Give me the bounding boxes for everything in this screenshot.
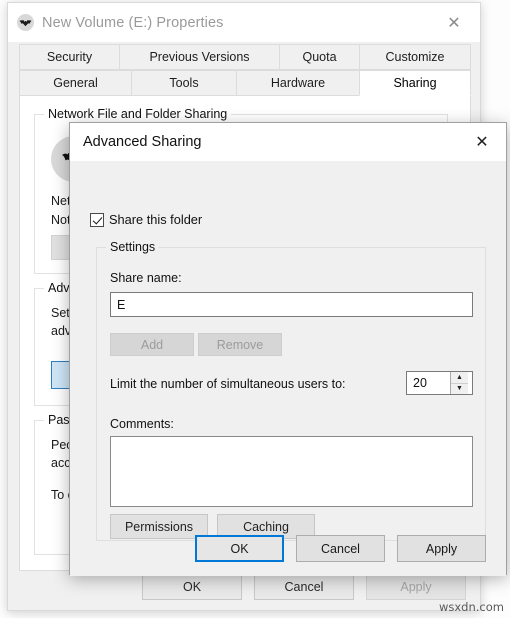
properties-title: New Volume (E:) Properties — [42, 14, 224, 31]
properties-ok-button[interactable]: OK — [142, 573, 242, 600]
comments-label: Comments: — [110, 417, 174, 431]
tab-tools[interactable]: Tools — [131, 70, 236, 96]
tab-hardware[interactable]: Hardware — [236, 70, 359, 96]
close-icon[interactable]: ✕ — [432, 3, 476, 41]
tab-strip: Security Previous Versions Quota Customi… — [19, 44, 471, 96]
advanced-sharing-title: Advanced Sharing — [83, 134, 202, 150]
network-sharing-group-title: Network File and Folder Sharing — [44, 107, 232, 121]
properties-titlebar: New Volume (E:) Properties ✕ — [8, 3, 480, 42]
tab-row-bottom: General Tools Hardware Sharing — [19, 70, 471, 96]
tab-previous-versions[interactable]: Previous Versions — [119, 44, 279, 70]
tab-quota[interactable]: Quota — [279, 44, 359, 70]
stepper-buttons[interactable]: ▲ ▼ — [450, 372, 468, 394]
checkbox-checked-icon[interactable] — [90, 212, 104, 227]
settings-group-title: Settings — [106, 240, 160, 254]
properties-apply-button: Apply — [366, 573, 466, 600]
simultaneous-users-value[interactable]: 20 — [407, 372, 450, 394]
stepper-down-icon[interactable]: ▼ — [451, 384, 468, 395]
watermark: wsxdn.com — [438, 600, 504, 614]
advanced-cancel-button[interactable]: Cancel — [296, 535, 385, 562]
bat-logo-icon — [17, 14, 34, 31]
share-this-folder-checkbox-row[interactable]: Share this folder — [90, 212, 202, 227]
add-button: Add — [110, 333, 194, 356]
tab-sharing[interactable]: Sharing — [359, 70, 471, 96]
advanced-ok-button[interactable]: OK — [195, 535, 284, 562]
advanced-sharing-body: Share this folder Settings Share name: E… — [70, 161, 506, 576]
tab-row-top: Security Previous Versions Quota Customi… — [19, 44, 471, 70]
tab-general[interactable]: General — [19, 70, 131, 96]
tab-security[interactable]: Security — [19, 44, 119, 70]
advanced-apply-button[interactable]: Apply — [397, 535, 486, 562]
properties-cancel-button[interactable]: Cancel — [254, 573, 354, 600]
properties-button-bar: OK Cancel Apply — [8, 573, 482, 600]
stepper-up-icon[interactable]: ▲ — [451, 372, 468, 384]
close-icon[interactable]: ✕ — [460, 123, 504, 160]
share-name-input[interactable]: E — [110, 292, 473, 317]
remove-button: Remove — [198, 333, 282, 356]
share-name-label: Share name: — [110, 271, 182, 285]
advanced-sharing-titlebar: Advanced Sharing ✕ — [70, 123, 506, 161]
simultaneous-users-label: Limit the number of simultaneous users t… — [110, 377, 346, 391]
share-this-folder-label: Share this folder — [109, 212, 203, 227]
advanced-sharing-dialog: Advanced Sharing ✕ Share this folder Set… — [69, 122, 507, 576]
screenshot-root: New Volume (E:) Properties ✕ Security Pr… — [0, 0, 510, 618]
comments-input[interactable] — [110, 436, 473, 507]
advanced-sharing-button-bar: OK Cancel Apply — [70, 535, 508, 562]
simultaneous-users-stepper[interactable]: 20 ▲ ▼ — [406, 371, 473, 395]
tab-customize[interactable]: Customize — [359, 44, 471, 70]
